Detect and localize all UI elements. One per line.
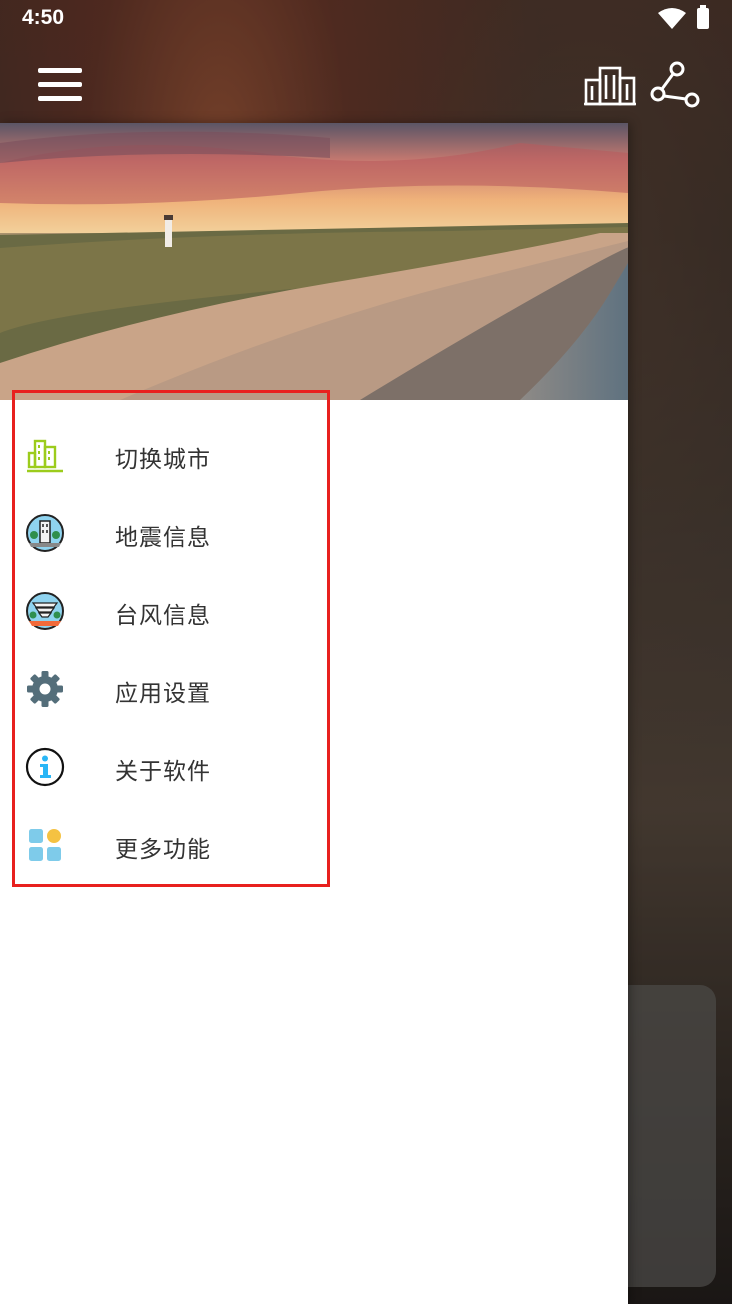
- drawer-menu-list: 切换城市 地震信息 台风信息 应用设置 关于软件 更多功能: [12, 390, 330, 887]
- coastal-landscape-image: [0, 123, 628, 400]
- menu-item-label: 地震信息: [115, 525, 211, 551]
- menu-item-label: 关于软件: [115, 759, 211, 785]
- info-icon: [25, 747, 65, 787]
- menu-item-label: 切换城市: [115, 447, 211, 473]
- battery-icon: [697, 5, 709, 29]
- menu-item-earthquake-info[interactable]: 地震信息: [15, 494, 327, 572]
- menu-item-label: 更多功能: [115, 837, 211, 863]
- menu-item-app-settings[interactable]: 应用设置: [15, 650, 327, 728]
- typhoon-icon: [26, 592, 64, 630]
- more-apps-icon: [29, 829, 61, 861]
- navigation-drawer: 切换城市 地震信息 台风信息 应用设置 关于软件 更多功能: [0, 123, 628, 1304]
- menu-item-switch-city[interactable]: 切换城市: [15, 416, 327, 494]
- drawer-header-image: [0, 123, 628, 400]
- menu-item-more-features[interactable]: 更多功能: [15, 806, 327, 884]
- status-bar: 4:50: [0, 0, 732, 40]
- city-switch-icon: [27, 439, 63, 473]
- status-time: 4:50: [22, 6, 65, 29]
- wifi-icon: [658, 8, 686, 29]
- menu-item-about[interactable]: 关于软件: [15, 728, 327, 806]
- earthquake-icon: [26, 514, 64, 552]
- hamburger-menu-icon[interactable]: [38, 68, 82, 104]
- share-icon[interactable]: [650, 60, 700, 108]
- menu-item-label: 应用设置: [115, 681, 211, 707]
- city-buildings-icon[interactable]: [584, 64, 636, 106]
- settings-gear-icon: [27, 671, 63, 707]
- menu-item-label: 台风信息: [115, 603, 211, 629]
- menu-item-typhoon-info[interactable]: 台风信息: [15, 572, 327, 650]
